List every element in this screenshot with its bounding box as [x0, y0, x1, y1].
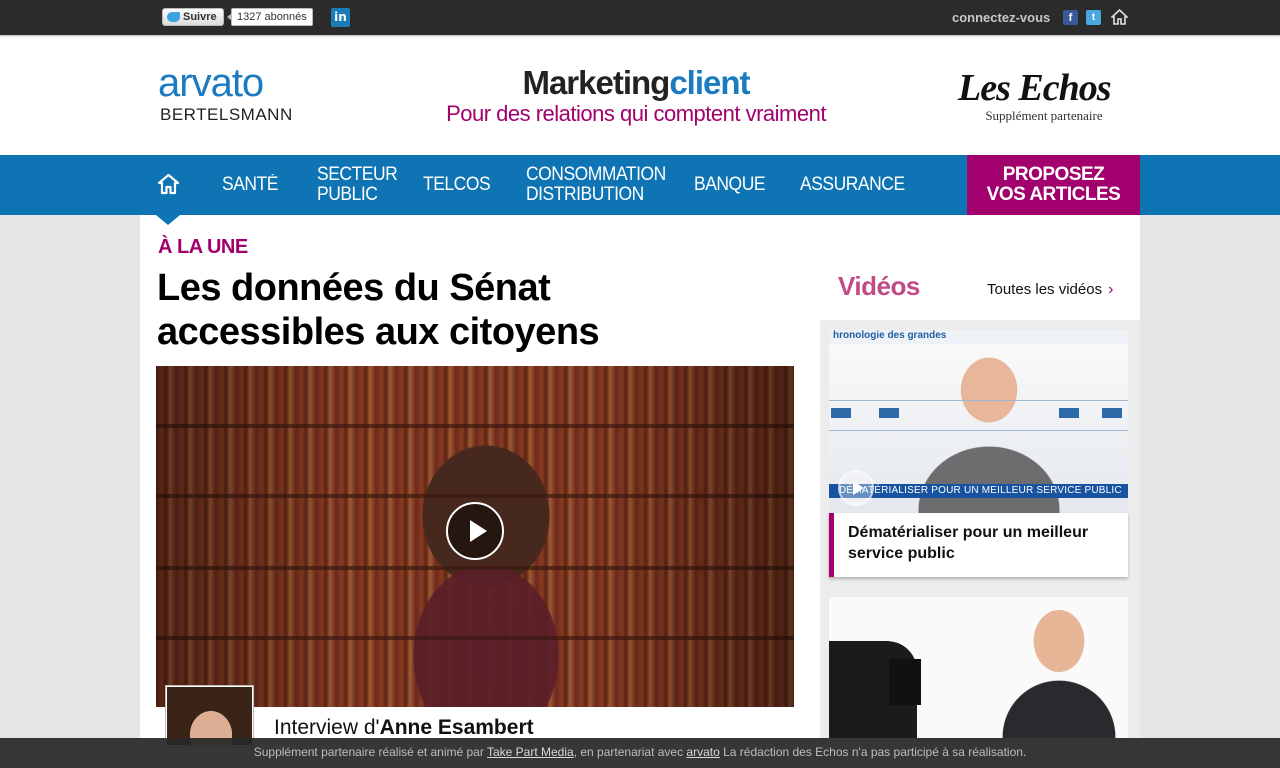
nav-item-sante[interactable]: SANTÉ: [222, 175, 278, 195]
play-icon[interactable]: [446, 502, 504, 560]
nav-item-label: CONSOMMATION: [526, 164, 666, 185]
propose-articles-button[interactable]: PROPOSEZ VOS ARTICLES: [967, 155, 1140, 215]
footer-text: , en partenariat avec: [573, 745, 687, 759]
twitter-bird-icon: [167, 12, 180, 22]
nav-home-icon[interactable]: [158, 173, 179, 195]
footer-link-takepart[interactable]: Take Part Media: [487, 745, 574, 759]
chronology-line: [829, 400, 1128, 401]
nav-item-label: TELCOS: [423, 174, 491, 195]
video-card-caption[interactable]: Dématérialiser pour un meilleur service …: [829, 513, 1128, 577]
interviewee-thumbnail[interactable]: [165, 685, 254, 747]
chronology-header: hronologie des grandes: [829, 330, 1128, 344]
nav-item-label: ASSURANCE: [800, 174, 905, 195]
twitter-follow-button[interactable]: Suivre: [162, 8, 224, 26]
videos-section-title: Vidéos: [838, 271, 920, 301]
arvato-logo[interactable]: arvato: [158, 63, 264, 103]
footer-text: La rédaction des Echos n'a pas participé…: [719, 745, 1027, 759]
connect-link[interactable]: connectez-vous: [952, 10, 1050, 25]
footer-bar: Supplément partenaire réalisé et animé p…: [0, 738, 1280, 768]
top-bar: Suivre 1327 abonnés in connectez-vous f …: [0, 0, 1280, 35]
year-marker: [1102, 408, 1122, 418]
interview-prefix: Interview d': [274, 716, 380, 739]
active-nav-pointer: [156, 215, 180, 225]
nav-item-banque[interactable]: BANQUE: [694, 174, 766, 195]
nav-item-label-line2: PUBLIC: [317, 184, 378, 205]
year-marker: [879, 408, 899, 418]
year-marker: [1059, 408, 1079, 418]
all-videos-link[interactable]: Toutes les vidéos: [987, 281, 1113, 299]
camera-shape: [889, 659, 921, 705]
nav-item-secteur-public[interactable]: SECTEUR PUBLIC: [317, 164, 398, 205]
footer-text: Supplément partenaire réalisé et animé p…: [253, 745, 487, 759]
main-nav: SANTÉ SECTEUR PUBLIC TELCOS CONSOMMATION…: [0, 155, 1280, 215]
chronology-line: [829, 430, 1128, 431]
play-icon[interactable]: [838, 470, 874, 506]
home-icon[interactable]: [1111, 9, 1128, 25]
site-title-part2: client: [669, 64, 750, 101]
video-card-thumbnail-2[interactable]: [829, 597, 1128, 738]
lesechos-supplement-label: Supplément partenaire: [985, 108, 1103, 123]
nav-item-label: SECTEUR: [317, 164, 398, 185]
propose-label-line1: PROPOSEZ: [1002, 164, 1105, 185]
lesechos-logo[interactable]: Les Echos: [958, 69, 1111, 107]
twitter-follow-label: Suivre: [183, 11, 217, 23]
headline-line2: accessibles aux citoyens: [157, 311, 600, 353]
site-title-part1: Marketing: [522, 64, 670, 101]
nav-item-assurance[interactable]: ASSURANCE: [800, 175, 905, 195]
interview-caption[interactable]: Interview d'Anne Esambert: [274, 716, 534, 740]
section-label: À LA UNE: [158, 236, 248, 258]
caption-line2: service public: [848, 545, 955, 562]
site-title[interactable]: Marketingclient: [450, 65, 822, 101]
bertelsmann-logo-text: BERTELSMANN: [160, 105, 293, 124]
interview-name: Anne Esambert: [379, 716, 534, 739]
year-marker: [831, 408, 851, 418]
nav-item-label-line2: DISTRIBUTION: [526, 184, 644, 205]
footer-link-arvato[interactable]: arvato: [686, 745, 719, 759]
nav-item-label: SANTÉ: [222, 174, 278, 195]
caption-line1: Dématérialiser pour un meilleur: [848, 524, 1089, 541]
nav-item-telcos[interactable]: TELCOS: [423, 174, 491, 195]
nav-item-consommation-distribution[interactable]: CONSOMMATION DISTRIBUTION: [526, 165, 666, 205]
site-header: arvato BERTELSMANN Marketingclient Pour …: [0, 35, 1280, 155]
site-subtitle: Pour des relations qui comptent vraiment: [446, 101, 826, 126]
nav-item-label: BANQUE: [694, 174, 766, 195]
propose-label-line2: VOS ARTICLES: [986, 184, 1121, 205]
linkedin-icon[interactable]: in: [331, 8, 350, 27]
twitter-icon[interactable]: t: [1086, 10, 1101, 25]
headline-line1: Les données du Sénat: [157, 267, 551, 309]
featured-video[interactable]: [156, 366, 794, 707]
headline[interactable]: Les données du Sénat accessibles aux cit…: [157, 266, 797, 354]
twitter-follower-count[interactable]: 1327 abonnés: [227, 8, 313, 26]
facebook-icon[interactable]: f: [1063, 10, 1078, 25]
